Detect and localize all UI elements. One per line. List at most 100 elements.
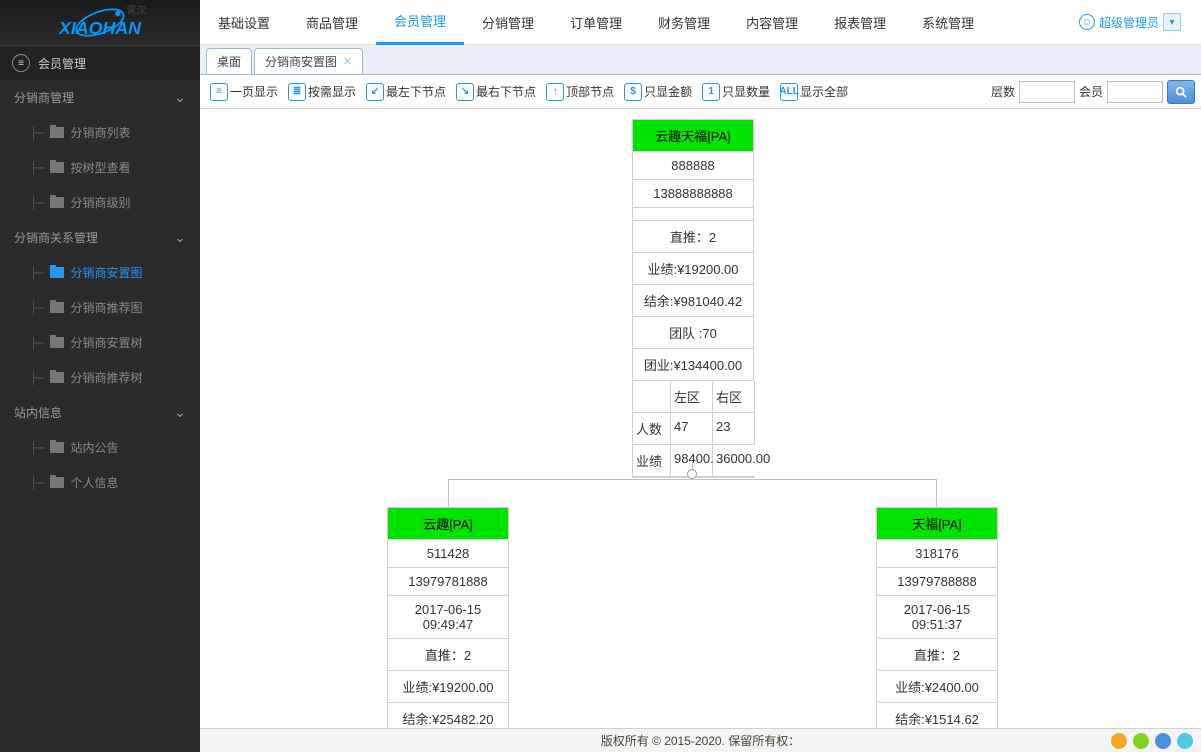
connector xyxy=(448,479,449,507)
svg-text:XIAOHAN: XIAOHAN xyxy=(58,18,142,38)
sidebar-item-分销商级别[interactable]: ├─分销商级别 xyxy=(0,185,200,220)
sidebar-item-按树型查看[interactable]: ├─按树型查看 xyxy=(0,150,200,185)
sidebar-item-个人信息[interactable]: ├─个人信息 xyxy=(0,465,200,500)
toolbar-顶部节点[interactable]: ↑顶部节点 xyxy=(542,79,618,105)
folder-icon xyxy=(50,337,64,348)
toolbar-一页显示[interactable]: ≡一页显示 xyxy=(206,79,282,105)
node-row: 511428 xyxy=(388,540,508,568)
toolbar-icon: $ xyxy=(624,83,642,101)
grid-cell: 左区 xyxy=(671,381,713,413)
user-label: 超级管理员 xyxy=(1099,14,1159,31)
chevron-down-icon[interactable]: ▾ xyxy=(1163,13,1181,31)
nav-内容管理[interactable]: 内容管理 xyxy=(728,0,816,45)
main: 桌面分销商安置图✕ ≡一页显示≣按需显示↙最左下节点↘最右下节点↑顶部节点$只显… xyxy=(200,45,1201,752)
status-dot-icon xyxy=(1111,733,1127,749)
node-left-title[interactable]: 云趣[PA] xyxy=(388,508,508,540)
sidebar-item-分销商推荐树[interactable]: ├─分销商推荐树 xyxy=(0,360,200,395)
node-row: 团业:¥134400.00 xyxy=(633,349,753,381)
folder-icon xyxy=(50,372,64,383)
sidebar-item-分销商列表[interactable]: ├─分销商列表 xyxy=(0,115,200,150)
member-label: 会员 xyxy=(1079,83,1103,100)
avatar-icon: ☺ xyxy=(1079,14,1095,30)
status-dot-icon xyxy=(1133,733,1149,749)
node-row: 13888888888 xyxy=(633,180,753,208)
node-root-title[interactable]: 云趣天福[PA] xyxy=(633,120,753,152)
folder-icon xyxy=(50,302,64,313)
node-right: 天福[PA] 318176139797888882017-06-15 09:51… xyxy=(876,507,998,736)
nav-报表管理[interactable]: 报表管理 xyxy=(816,0,904,45)
sidebar-head-label: 会员管理 xyxy=(38,55,86,72)
nav-订单管理[interactable]: 订单管理 xyxy=(552,0,640,45)
toolbar-按需显示[interactable]: ≣按需显示 xyxy=(284,79,360,105)
layer-label: 层数 xyxy=(991,83,1015,100)
user-corner[interactable]: ☺ 超级管理员 ▾ xyxy=(1079,13,1181,31)
footer: 版权所有 © 2015-2020. 保留所有权： xyxy=(200,728,1201,752)
folder-icon xyxy=(50,127,64,138)
node-row: 13979781888 xyxy=(388,568,508,596)
toolbar-icon: ↘ xyxy=(456,83,474,101)
sidebar-item-分销商推荐图[interactable]: ├─分销商推荐图 xyxy=(0,290,200,325)
node-row: 13979788888 xyxy=(877,568,997,596)
grid-cell: 业绩 xyxy=(633,445,671,477)
node-row: 2017-06-15 09:51:37 xyxy=(877,596,997,639)
grid-cell: 人数 xyxy=(633,413,671,445)
toolbar-icon: ↑ xyxy=(546,83,564,101)
connector xyxy=(936,479,937,507)
status-dot-icon xyxy=(1177,733,1193,749)
node-left: 云趣[PA] 511428139797818882017-06-15 09:49… xyxy=(387,507,509,736)
node-row: 结余:¥981040.42 xyxy=(633,285,753,317)
grid-cell: 23 xyxy=(713,413,755,445)
toolbar-只显金额[interactable]: $只显金额 xyxy=(620,79,696,105)
node-row: 直推：2 xyxy=(388,639,508,671)
nav-基础设置[interactable]: 基础设置 xyxy=(200,0,288,45)
sidebar-section-站内信息[interactable]: 站内信息⌄ xyxy=(0,395,200,430)
folder-icon xyxy=(50,442,64,453)
menu-icon: ≡ xyxy=(12,54,30,72)
node-row xyxy=(633,208,753,221)
sidebar-section-分销商关系管理[interactable]: 分销商关系管理⌄ xyxy=(0,220,200,255)
sidebar-item-分销商安置树[interactable]: ├─分销商安置树 xyxy=(0,325,200,360)
toolbar-最左下节点[interactable]: ↙最左下节点 xyxy=(362,79,450,105)
sidebar-item-分销商安置图[interactable]: ├─分销商安置图 xyxy=(0,255,200,290)
node-row: 318176 xyxy=(877,540,997,568)
toolbar-显示全部[interactable]: ALL显示全部 xyxy=(776,79,852,105)
sidebar-section-分销商管理[interactable]: 分销商管理⌄ xyxy=(0,80,200,115)
sidebar-item-站内公告[interactable]: ├─站内公告 xyxy=(0,430,200,465)
canvas[interactable]: 云趣天福[PA] 88888813888888888直推：2业绩:¥19200.… xyxy=(200,109,1201,752)
node-row: 2017-06-15 09:49:47 xyxy=(388,596,508,639)
grid-cell: 36000.00 xyxy=(713,445,755,477)
node-row: 业绩:¥19200.00 xyxy=(388,671,508,703)
folder-icon xyxy=(50,477,64,488)
layer-input[interactable] xyxy=(1019,81,1075,103)
nav-会员管理[interactable]: 会员管理 xyxy=(376,0,464,45)
sidebar-head: ≡ 会员管理 xyxy=(0,45,200,80)
close-icon[interactable]: ✕ xyxy=(343,55,352,68)
toolbar-只显数量[interactable]: 1只显数量 xyxy=(698,79,774,105)
status-dot-icon xyxy=(1155,733,1171,749)
nav-分销管理[interactable]: 分销管理 xyxy=(464,0,552,45)
grid-cell: 47 xyxy=(671,413,713,445)
node-right-title[interactable]: 天福[PA] xyxy=(877,508,997,540)
footer-icons xyxy=(1111,733,1193,749)
tab-分销商安置图[interactable]: 分销商安置图✕ xyxy=(254,48,363,74)
nav-系统管理[interactable]: 系统管理 xyxy=(904,0,992,45)
node-row: 团队 :70 xyxy=(633,317,753,349)
node-root: 云趣天福[PA] 88888813888888888直推：2业绩:¥19200.… xyxy=(632,119,754,478)
toolbar: ≡一页显示≣按需显示↙最左下节点↘最右下节点↑顶部节点$只显金额1只显数量ALL… xyxy=(200,75,1201,109)
nav-商品管理[interactable]: 商品管理 xyxy=(288,0,376,45)
node-row: 直推：2 xyxy=(877,639,997,671)
toolbar-icon: ≡ xyxy=(210,83,228,101)
node-row: 业绩:¥2400.00 xyxy=(877,671,997,703)
nav-财务管理[interactable]: 财务管理 xyxy=(640,0,728,45)
grid-cell: 右区 xyxy=(713,381,755,413)
search-button[interactable] xyxy=(1167,80,1195,104)
folder-icon xyxy=(50,162,64,173)
member-input[interactable] xyxy=(1107,81,1163,103)
folder-icon xyxy=(50,267,64,278)
tabs: 桌面分销商安置图✕ xyxy=(200,45,1201,75)
sidebar: ≡ 会员管理 分销商管理⌄├─分销商列表├─按树型查看├─分销商级别分销商关系管… xyxy=(0,45,200,752)
tab-桌面[interactable]: 桌面 xyxy=(206,48,252,74)
node-row: 直推：2 xyxy=(633,221,753,253)
topnav: 基础设置商品管理会员管理分销管理订单管理财务管理内容管理报表管理系统管理 xyxy=(200,0,992,45)
toolbar-最右下节点[interactable]: ↘最右下节点 xyxy=(452,79,540,105)
